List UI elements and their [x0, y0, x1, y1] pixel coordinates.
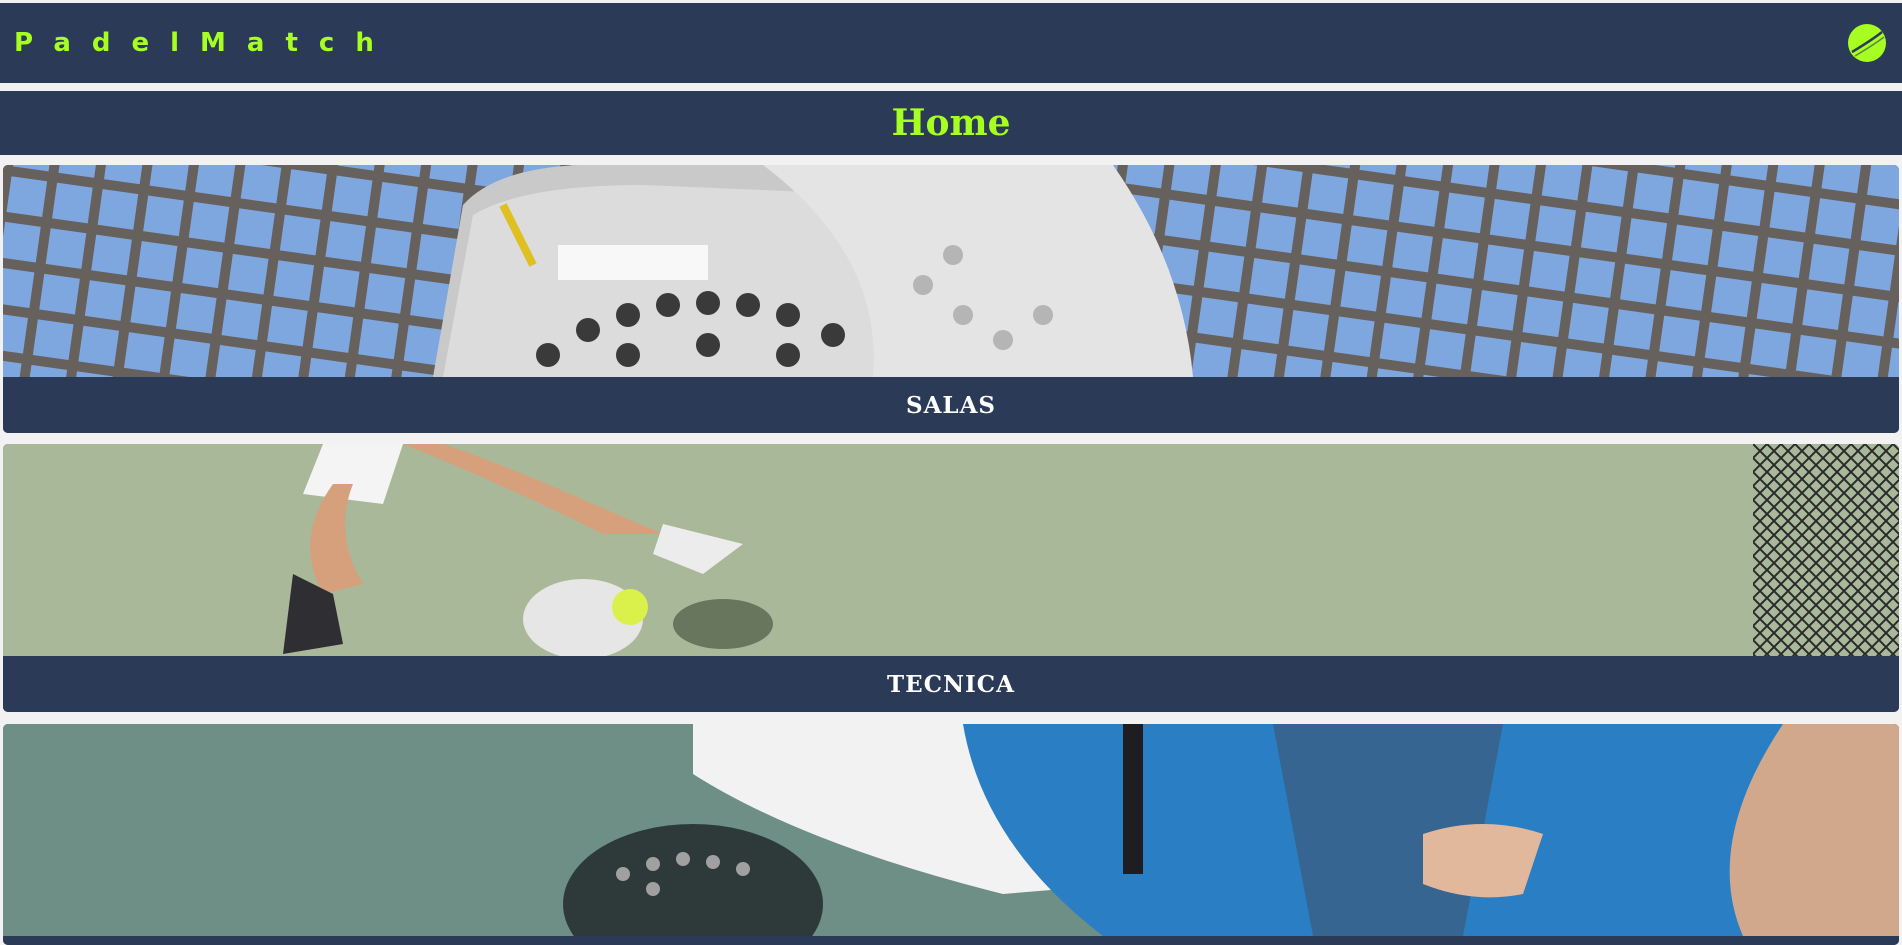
card-label	[3, 936, 1899, 945]
card-label: TECNICA	[3, 656, 1899, 712]
card-player[interactable]	[3, 724, 1899, 945]
brand-logo[interactable]: PadelMatch	[14, 28, 395, 58]
padel-rackets-net-photo	[3, 165, 1899, 377]
page-header: Home	[0, 91, 1902, 155]
card-salas[interactable]: SALAS	[3, 165, 1899, 433]
page-title: Home	[891, 102, 1011, 144]
padel-player-lying-photo	[3, 724, 1899, 936]
card-tecnica[interactable]: TECNICA	[3, 444, 1899, 712]
card-label: SALAS	[3, 377, 1899, 433]
navbar: PadelMatch	[0, 3, 1902, 83]
padel-player-court-photo	[3, 444, 1899, 656]
tennis-ball-icon[interactable]	[1846, 22, 1888, 64]
